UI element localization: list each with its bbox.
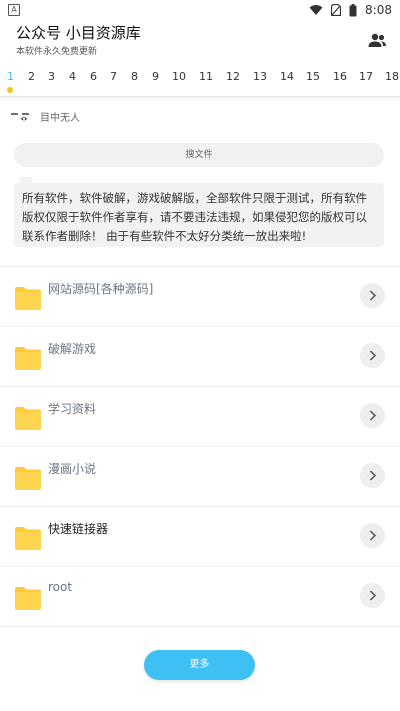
tab-1[interactable]: 1	[7, 70, 14, 83]
chevron-right-icon[interactable]	[360, 583, 385, 608]
tab-16[interactable]: 16	[333, 70, 347, 83]
notice-box: 所有软件，软件破解，游戏破解版，全部软件只限于测试，所有软件版权仅限于软件作者享…	[14, 177, 384, 247]
folder-icon	[15, 467, 41, 490]
tab-13[interactable]: 13	[253, 70, 267, 83]
list-item[interactable]: 漫画小说	[0, 446, 400, 506]
tab-3[interactable]: 3	[48, 70, 55, 83]
chevron-right-icon[interactable]	[360, 283, 385, 308]
list-item[interactable]: 快速链接器	[0, 506, 400, 566]
list-item-label: 学习资料	[48, 402, 97, 416]
folder-list: 网站源码[各种源码] 破解游戏 学习资料 漫画小说 快速链接器 root	[0, 266, 400, 627]
tab-17[interactable]: 17	[359, 70, 373, 83]
tab-9[interactable]: 9	[152, 70, 159, 83]
tab-2[interactable]: 2	[28, 70, 35, 83]
chevron-right-icon[interactable]	[360, 523, 385, 548]
list-item[interactable]: root	[0, 566, 400, 627]
tab-10[interactable]: 10	[172, 70, 186, 83]
list-item[interactable]: 破解游戏	[0, 326, 400, 386]
page-title: 公众号 小目资源库	[16, 24, 141, 42]
tab-7[interactable]: 7	[110, 70, 117, 83]
notice-text: 所有软件，软件破解，游戏破解版，全部软件只限于测试，所有软件版权仅限于软件作者享…	[22, 191, 367, 243]
folder-icon	[15, 287, 41, 310]
folder-icon	[15, 407, 41, 430]
list-item-label: 破解游戏	[48, 342, 97, 356]
notice-tab	[20, 177, 32, 185]
status-time: 8:08	[365, 3, 392, 17]
battery-icon	[349, 3, 357, 16]
app-notification-icon: A	[8, 4, 20, 16]
group-icon[interactable]	[366, 30, 388, 52]
page-subtitle: 本软件永久免费更新	[16, 47, 98, 57]
tab-4[interactable]: 4	[69, 70, 76, 83]
wifi-icon	[309, 5, 323, 15]
list-item-label: 快速链接器	[48, 522, 109, 536]
tab-8[interactable]: 8	[131, 70, 138, 83]
more-button[interactable]: 更多	[144, 650, 255, 680]
chevron-right-icon[interactable]	[360, 343, 385, 368]
avatar	[11, 113, 29, 121]
folder-icon	[15, 527, 41, 550]
tab-selected-indicator	[7, 87, 13, 93]
folder-icon	[15, 587, 41, 610]
tab-15[interactable]: 15	[306, 70, 320, 83]
tab-11[interactable]: 11	[199, 70, 213, 83]
tab-18[interactable]: 18	[385, 70, 399, 83]
chevron-right-icon[interactable]	[360, 463, 385, 488]
author-name: 目中无人	[40, 112, 80, 124]
list-item[interactable]: 网站源码[各种源码]	[0, 266, 400, 326]
folder-icon	[15, 347, 41, 370]
search-input[interactable]: 搜文件	[14, 143, 384, 167]
tab-6[interactable]: 6	[90, 70, 97, 83]
chevron-right-icon[interactable]	[360, 403, 385, 428]
author-row: 目中无人	[10, 107, 80, 125]
status-bar: A 8:08	[0, 0, 400, 20]
list-item-label: root	[48, 580, 73, 594]
list-item-label: 网站源码[各种源码]	[48, 282, 154, 296]
sim-off-icon	[331, 4, 342, 16]
list-item[interactable]: 学习资料	[0, 386, 400, 446]
tab-14[interactable]: 14	[280, 70, 294, 83]
status-bar-right: 8:08	[309, 3, 392, 17]
list-item-label: 漫画小说	[48, 462, 97, 476]
tab-12[interactable]: 12	[226, 70, 240, 83]
tab-strip: 1 2 3 4 6 7 8 9 10 11 12 13 14 15 16 17 …	[0, 66, 400, 97]
app-bar: 公众号 小目资源库 本软件永久免费更新	[0, 20, 400, 64]
